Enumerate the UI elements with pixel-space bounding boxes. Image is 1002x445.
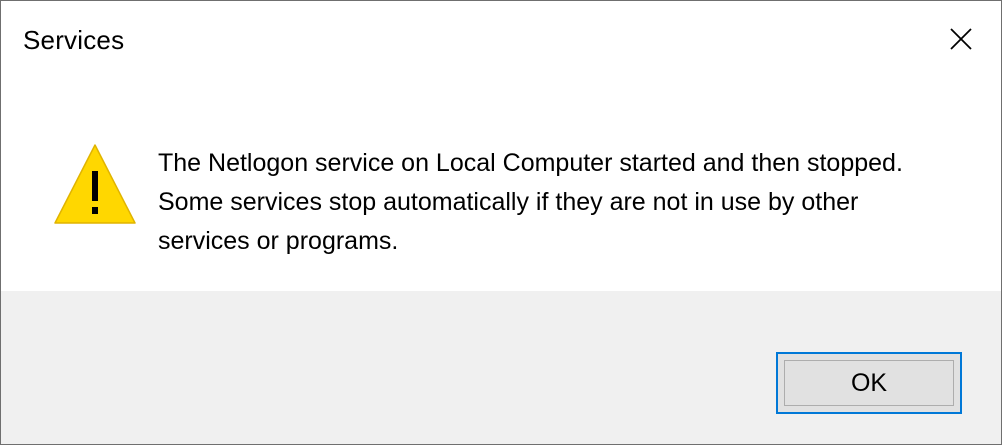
message-dialog: Services The Netlogon service on Local C…: [0, 0, 1002, 445]
warning-icon: [54, 144, 136, 224]
message-text: The Netlogon service on Local Computer s…: [158, 144, 958, 261]
message-line: services or programs.: [158, 227, 399, 255]
message-line: Some services stop automatically if they…: [158, 188, 859, 216]
button-area: OK: [1, 291, 1001, 444]
dialog-title: Services: [23, 25, 125, 55]
title-bar[interactable]: Services: [1, 1, 1001, 81]
dialog-content: The Netlogon service on Local Computer s…: [1, 81, 1001, 291]
close-button[interactable]: [941, 19, 981, 59]
ok-button-label: OK: [850, 368, 888, 397]
close-icon: [950, 28, 972, 50]
ok-button[interactable]: OK: [776, 352, 962, 414]
message-line: The Netlogon service on Local Computer s…: [158, 149, 903, 177]
